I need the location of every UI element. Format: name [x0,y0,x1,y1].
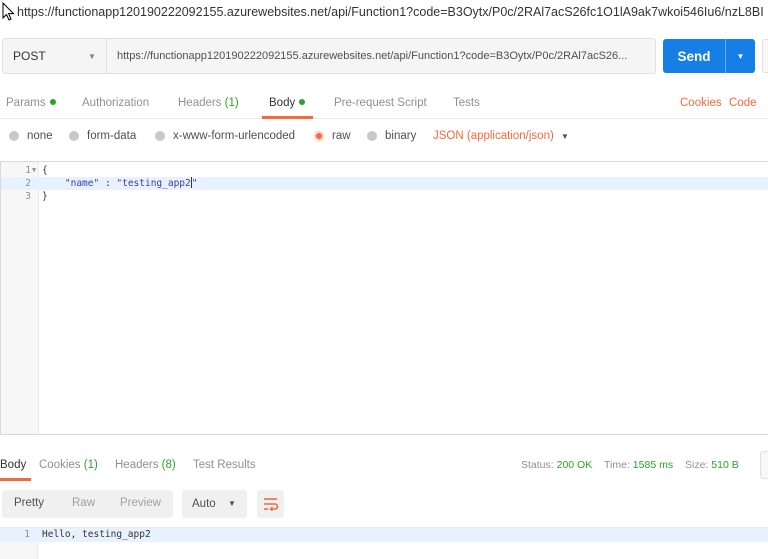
radio-raw[interactable]: raw [314,130,351,142]
tab-params[interactable]: Params [6,97,56,109]
tab-headers[interactable]: Headers (1) [178,97,239,109]
tab-pre-request-script[interactable]: Pre-request Script [334,97,427,109]
resp-tab-test-results[interactable]: Test Results [193,459,256,471]
resp-tab-headers[interactable]: Headers (8) [115,459,176,471]
json-value-end: " [191,178,198,189]
chevron-down-icon[interactable]: ▼ [561,132,569,141]
chevron-down-icon: ▼ [228,499,236,508]
method-select[interactable]: POST ▼ [2,38,107,74]
time-value: 1585 ms [632,459,674,471]
tab-headers-label: Headers [178,97,222,109]
radio-icon [9,131,19,141]
resp-tab-headers-count: (8) [161,459,176,471]
params-indicator-dot [49,99,56,105]
format-label: Auto [192,498,216,510]
status-value: 200 OK [556,459,593,471]
radio-icon [367,131,377,141]
time-info: Time: 1585 ms [604,459,673,471]
send-options-chevron-icon[interactable]: ▼ [726,52,755,61]
resp-tab-headers-label: Headers [115,459,159,471]
radio-binary-label: binary [385,130,417,142]
line-number: 3 [25,191,31,202]
request-bar: POST ▼ https://functionapp12019022209215… [0,38,768,76]
response-line: 1 Hello, testing_app2 [0,528,768,542]
url-value: https://functionapp120190222092155.azure… [117,50,628,62]
save-button[interactable] [762,39,768,73]
response-toolbar: Pretty Raw Preview Auto ▼ [0,490,768,520]
window-title-bar: https://functionapp120190222092155.azure… [0,0,768,24]
body-type-options: none form-data x-www-form-urlencoded raw… [0,130,768,150]
save-response-button[interactable] [760,451,768,479]
line-number: 1 [25,165,31,176]
status-label: Status: [521,459,554,471]
content-type-select[interactable]: JSON (application/json) [433,130,554,142]
code-text: { [42,165,48,176]
code-text: "name" : "testing_app2" [42,177,197,190]
radio-raw-label: raw [332,130,351,142]
json-separator: : [99,178,117,189]
window-url-title: https://functionapp120190222092155.azure… [17,5,764,19]
active-tab-underline [262,116,313,119]
resp-tab-cookies-label: Cookies [39,459,81,471]
url-input[interactable]: https://functionapp120190222092155.azure… [107,38,656,74]
response-body-viewer[interactable]: 1 Hello, testing_app2 [0,527,768,559]
radio-binary[interactable]: binary [367,130,416,142]
radio-icon [69,131,79,141]
view-raw-button[interactable]: Raw [72,497,95,509]
tab-params-label: Params [6,97,46,109]
method-label: POST [13,49,46,63]
request-body-editor[interactable]: 1 ▼ { 2 "name" : "testing_app2" 3 } [0,161,768,435]
code-line: 1 ▼ { [1,164,768,177]
radio-selected-icon [314,131,324,141]
send-button[interactable]: Send [663,49,725,64]
size-info: Size: 510 B [685,459,739,471]
code-text: } [42,191,48,202]
json-key: "name" [64,178,100,189]
radio-none-label: none [27,130,53,142]
radio-urlencoded[interactable]: x-www-form-urlencoded [155,130,295,142]
json-value: "testing_app2 [116,178,191,189]
tab-body[interactable]: Body [269,97,306,109]
view-preview-button[interactable]: Preview [120,497,161,509]
fold-arrow-icon[interactable]: ▼ [32,164,36,177]
body-indicator-dot [299,99,306,105]
line-number: 1 [24,529,30,540]
radio-form-data-label: form-data [87,130,137,142]
resp-tab-cookies-count: (1) [83,459,98,471]
response-tabs: Body Cookies (1) Headers (8) Test Result… [0,451,768,481]
view-pretty-button[interactable]: Pretty [14,497,44,509]
wrap-lines-button[interactable] [257,490,284,518]
tab-body-label: Body [269,97,296,109]
code-line-active: 2 "name" : "testing_app2" [1,177,768,190]
time-label: Time: [604,459,630,471]
resp-tab-cookies[interactable]: Cookies (1) [39,459,98,471]
wrap-lines-icon [263,498,278,511]
code-link[interactable]: Code [729,97,757,109]
active-tab-underline [0,478,31,481]
code-line: 3 } [1,190,768,203]
resp-tab-body[interactable]: Body [0,459,26,471]
cookies-link[interactable]: Cookies [680,97,722,109]
line-number: 2 [25,178,31,189]
tab-tests[interactable]: Tests [453,97,480,109]
radio-urlencoded-label: x-www-form-urlencoded [173,130,296,142]
request-tabs: Params Authorization Headers (1) Body Pr… [0,92,768,119]
format-select[interactable]: Auto ▼ [182,490,247,518]
size-value: 510 B [711,459,739,471]
view-mode-segment: Pretty Raw Preview [2,490,173,518]
radio-none[interactable]: none [9,130,53,142]
tab-headers-count: (1) [224,97,239,109]
status-info: Status: 200 OK [521,459,592,471]
tab-authorization[interactable]: Authorization [82,97,149,109]
radio-form-data[interactable]: form-data [69,130,136,142]
radio-icon [155,131,165,141]
response-text: Hello, testing_app2 [42,529,151,540]
chevron-down-icon: ▼ [88,51,96,61]
send-button-group: Send ▼ [663,39,755,73]
size-label: Size: [685,459,709,471]
mouse-cursor-icon [2,2,15,21]
